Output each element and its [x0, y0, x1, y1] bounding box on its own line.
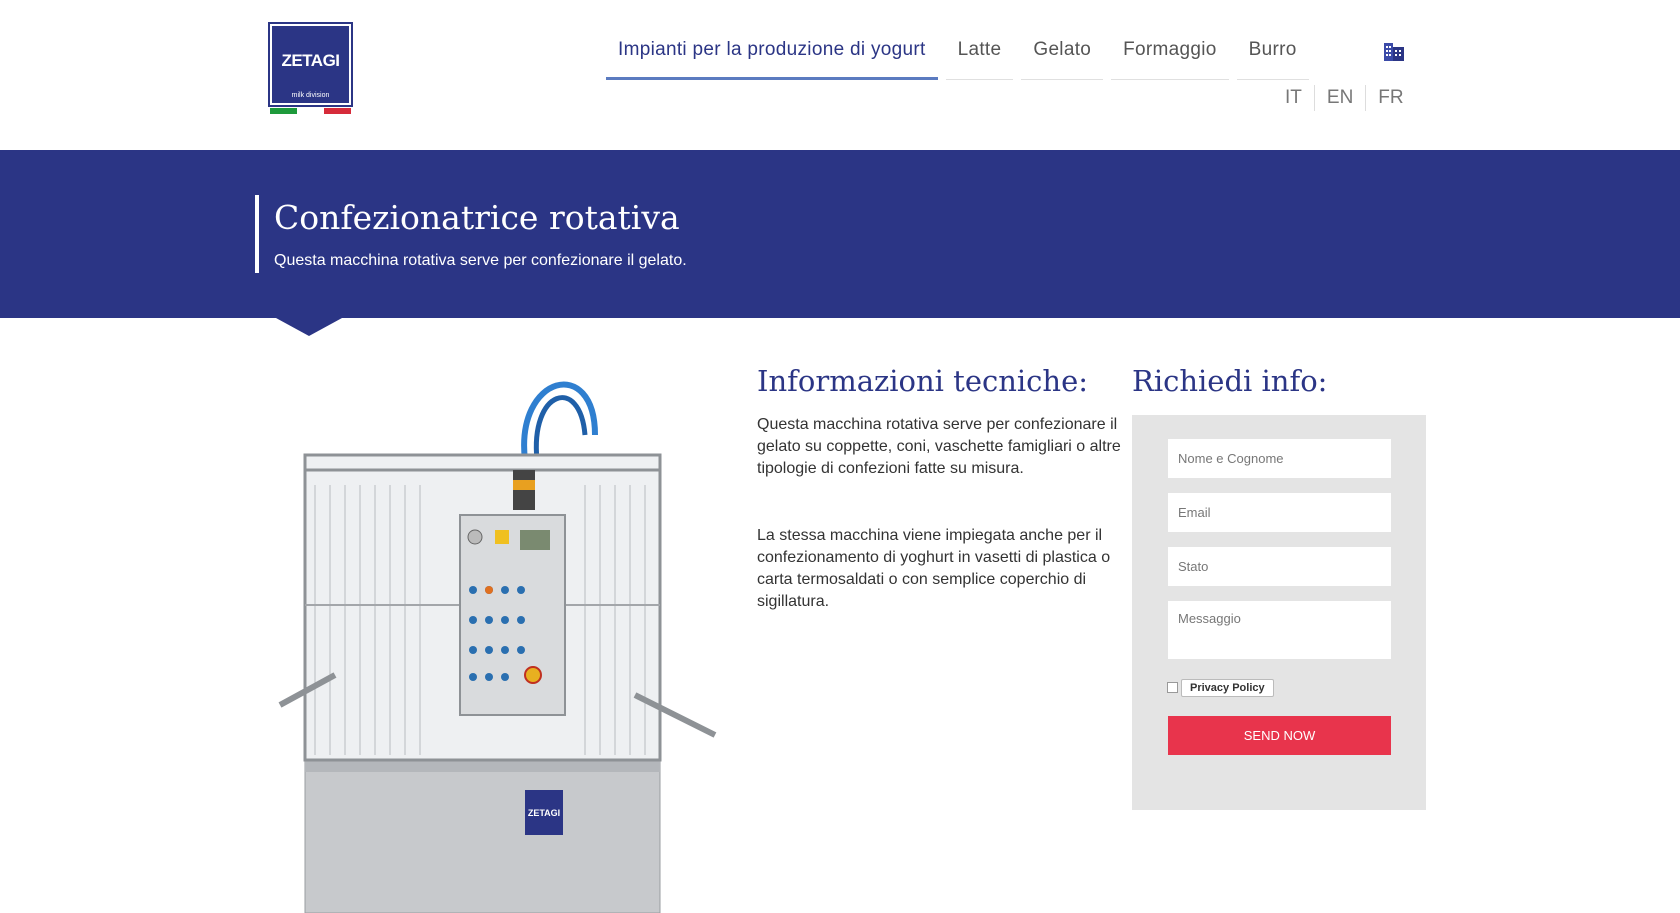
request-info-form: Privacy Policy SEND NOW: [1132, 415, 1426, 810]
message-field[interactable]: [1168, 601, 1391, 659]
banner-accent-bar: [255, 195, 259, 273]
email-field[interactable]: [1168, 493, 1391, 532]
machine-plate-logo: ZETAGI: [528, 808, 560, 818]
request-info-heading: Richiedi info:: [1132, 364, 1328, 398]
logo-tagline: milk division: [291, 92, 330, 99]
site-header: ZETAGI milk division Impianti per la pro…: [0, 0, 1680, 150]
main-navigation: Impianti per la produzione di yogurt Lat…: [606, 36, 1317, 80]
name-field[interactable]: [1168, 439, 1391, 478]
nav-item-formaggio[interactable]: Formaggio: [1111, 36, 1229, 80]
technical-info-heading: Informazioni tecniche:: [757, 364, 1089, 398]
page-subtitle: Questa macchina rotativa serve per confe…: [274, 252, 687, 269]
privacy-checkbox[interactable]: [1167, 682, 1178, 693]
nav-item-gelato[interactable]: Gelato: [1021, 36, 1104, 80]
send-now-button[interactable]: SEND NOW: [1168, 716, 1391, 755]
lang-fr[interactable]: FR: [1365, 85, 1415, 111]
lang-en[interactable]: EN: [1313, 85, 1365, 111]
logo-name: ZETAGI: [281, 51, 340, 70]
technical-info-paragraph: Questa macchina rotativa serve per confe…: [757, 416, 1121, 477]
technical-info-paragraph: La stessa macchina viene impiegata anche…: [757, 527, 1111, 610]
nav-item-latte[interactable]: Latte: [945, 36, 1014, 80]
banner-pointer: [276, 318, 342, 336]
page-banner: Confezionatrice rotativa Questa macchina…: [0, 150, 1680, 318]
page-title: Confezionatrice rotativa: [274, 198, 680, 237]
privacy-policy-link[interactable]: Privacy Policy: [1181, 679, 1274, 697]
language-switcher: IT EN FR: [1273, 85, 1416, 111]
italian-flag-stripe: [270, 108, 351, 114]
building-icon[interactable]: [1383, 40, 1405, 62]
state-field[interactable]: [1168, 547, 1391, 586]
rotary-packaging-machine-image: ZETAGI: [278, 381, 717, 913]
zetagi-logo[interactable]: ZETAGI milk division: [268, 22, 353, 107]
nav-item-burro[interactable]: Burro: [1236, 36, 1309, 80]
lang-it[interactable]: IT: [1273, 85, 1314, 111]
nav-item-yogurt[interactable]: Impianti per la produzione di yogurt: [606, 36, 938, 80]
